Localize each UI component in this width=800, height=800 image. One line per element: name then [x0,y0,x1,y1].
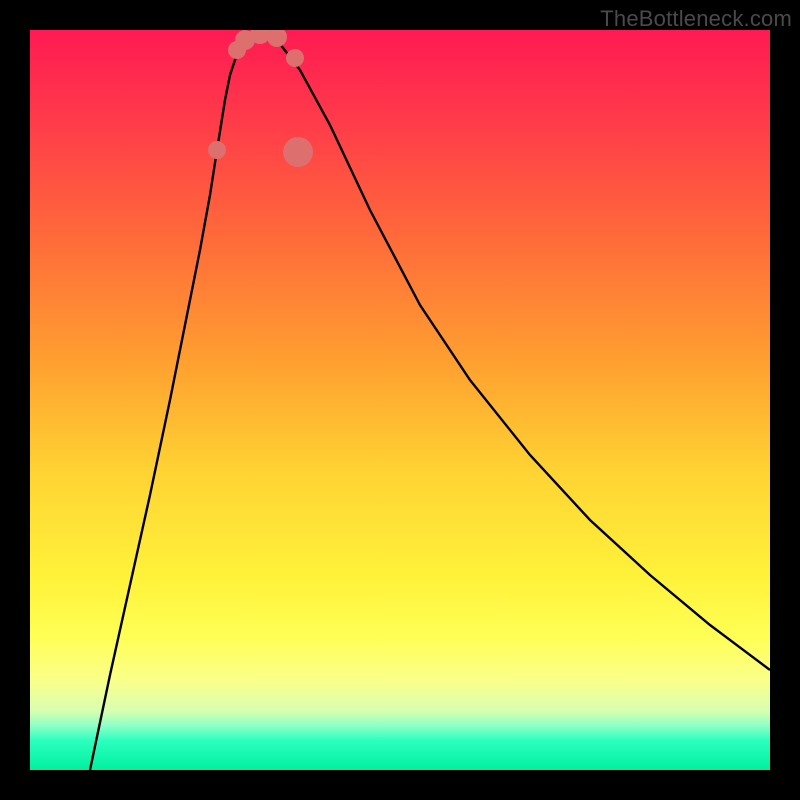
marker-dot [267,30,287,47]
marker-dot [208,141,226,159]
marker-dot [283,137,313,167]
curve-right-branch [260,34,770,670]
bottleneck-curve [30,30,770,770]
marker-cluster [208,30,313,167]
curve-left-branch [90,34,260,770]
marker-dot [286,49,304,67]
plot-frame [30,30,770,770]
watermark-text: TheBottleneck.com [600,6,792,32]
